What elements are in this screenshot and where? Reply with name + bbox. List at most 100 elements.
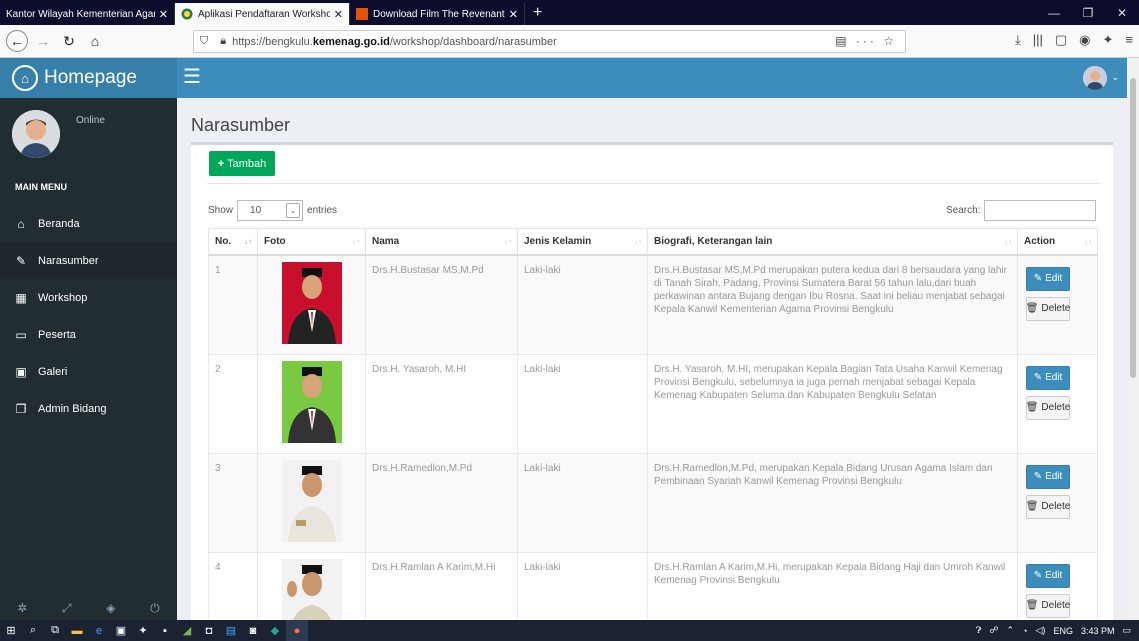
- cell-action: ✎ Edit 🗑︎ Delete: [1017, 551, 1098, 620]
- close-icon[interactable]: ✕: [334, 8, 343, 21]
- sidebar-item-galeri[interactable]: ▣ Galeri: [0, 353, 177, 390]
- chevron-down-icon[interactable]: ⌄: [1111, 72, 1119, 83]
- col-header-foto[interactable]: Foto ↓↑: [257, 228, 366, 256]
- sidebar-item-label: Peserta: [38, 328, 76, 341]
- language-indicator[interactable]: ENG: [1053, 626, 1073, 636]
- browser-nav-bar: ← → ↻ ⌂ ⛉ 🔒︎ https://bengkulu.kemenag.go…: [0, 25, 1139, 58]
- edit-button[interactable]: ✎ Edit: [1026, 266, 1070, 291]
- sidebar-item-narasumber[interactable]: ✎ Narasumber: [0, 242, 177, 279]
- sort-icon: ↓↑: [1004, 237, 1012, 246]
- app-icon[interactable]: ◘: [198, 620, 220, 641]
- new-tab-button[interactable]: +: [525, 3, 550, 25]
- restore-icon[interactable]: ❐: [1071, 0, 1105, 25]
- sidebar-item-peserta[interactable]: ▭ Peserta: [0, 316, 177, 353]
- home-icon[interactable]: ⌂: [84, 30, 106, 52]
- user-avatar[interactable]: [1083, 66, 1107, 90]
- col-header-jenis-kelamin[interactable]: Jenis Kelamin ↓↑: [517, 228, 648, 256]
- settings-icon[interactable]: ✲: [17, 601, 27, 615]
- sort-icon: ↓↑: [352, 237, 360, 246]
- cell-nama: Drs.H.Bustasar MS,M.Pd: [365, 254, 518, 355]
- browser-tab-1[interactable]: Kantor Wilayah Kementerian Agam ✕: [0, 3, 175, 25]
- chevron-up-icon[interactable]: ⌃: [1007, 625, 1015, 636]
- task-view-icon[interactable]: ⧉: [44, 620, 66, 641]
- col-header-nama[interactable]: Nama ↓↑: [365, 228, 518, 256]
- edit-button[interactable]: ✎ Edit: [1026, 563, 1070, 588]
- tab-title: Kantor Wilayah Kementerian Agam: [6, 8, 155, 20]
- sidebar-item-admin-bidang[interactable]: ❐ Admin Bidang: [0, 390, 177, 427]
- sort-asc-icon: ↓↑: [244, 237, 252, 246]
- volume-icon[interactable]: ◁): [1036, 625, 1046, 636]
- hamburger-menu-icon[interactable]: ☰: [183, 67, 201, 87]
- extension-icon[interactable]: ✦: [1103, 32, 1114, 48]
- address-bar[interactable]: ⛉ 🔒︎ https://bengkulu.kemenag.go.id/work…: [193, 30, 906, 53]
- back-icon[interactable]: ←: [6, 30, 28, 52]
- close-window-icon[interactable]: ✕: [1105, 0, 1139, 25]
- sidebar-icon[interactable]: ▢: [1055, 32, 1067, 48]
- sidebar-item-beranda[interactable]: ⌂ Beranda: [0, 205, 177, 242]
- fullscreen-icon[interactable]: ⤢: [62, 601, 72, 616]
- minimize-icon[interactable]: —: [1037, 0, 1071, 25]
- shield-icon[interactable]: ⛉: [200, 35, 208, 48]
- app-icon[interactable]: ▪: [154, 620, 176, 641]
- reload-icon[interactable]: ↻: [58, 30, 80, 52]
- library-icon[interactable]: |||: [1033, 32, 1043, 48]
- online-status: Online: [76, 115, 105, 126]
- entries-select[interactable]: 10 ⌄: [237, 200, 304, 221]
- store-icon[interactable]: ▣: [110, 620, 132, 641]
- trash-icon: 🗑︎: [1025, 501, 1039, 512]
- help-icon[interactable]: ❓︎: [976, 625, 981, 636]
- cell-biografi: Drs.H. Yasaroh, M.HI, merupakan Kepala B…: [647, 353, 1018, 454]
- trash-icon: 🗑︎: [1025, 402, 1039, 413]
- cell-biografi: Drs.H.Bustasar MS,M.Pd merupakan putera …: [647, 254, 1018, 355]
- delete-button[interactable]: 🗑︎ Delete: [1026, 593, 1070, 618]
- download-icon[interactable]: ⤓: [1015, 32, 1021, 48]
- firefox-icon[interactable]: ●: [286, 620, 308, 641]
- table-row: 2 Drs.H. Yasaroh, M.HI Laki-laki Drs.H. …: [208, 353, 1098, 454]
- search-icon[interactable]: ⌕: [22, 620, 44, 641]
- close-icon[interactable]: ✕: [509, 8, 518, 21]
- scrollbar-thumb[interactable]: [1130, 78, 1136, 378]
- people-icon[interactable]: ☍: [989, 625, 998, 636]
- cell-action: ✎ Edit 🗑︎ Delete: [1017, 452, 1098, 553]
- eye-slash-icon[interactable]: ◈: [106, 601, 115, 615]
- menu-header: MAIN MENU: [15, 182, 67, 192]
- col-header-no[interactable]: No. ↓↑: [208, 228, 258, 256]
- add-button[interactable]: + Tambah: [209, 151, 275, 176]
- clock[interactable]: 3:43 PM: [1081, 626, 1115, 636]
- delete-button[interactable]: 🗑︎ Delete: [1025, 395, 1070, 420]
- close-icon[interactable]: ✕: [159, 8, 168, 21]
- home-icon: ⌂: [17, 216, 25, 231]
- browser-tab-3[interactable]: Download Film The Revenant ( ✕: [350, 3, 525, 25]
- page-actions-icon[interactable]: ▤ ··· ☆: [835, 34, 897, 48]
- app-icon[interactable]: ◆: [264, 620, 286, 641]
- power-icon[interactable]: ⏻: [150, 601, 160, 616]
- windows-start-icon[interactable]: ⊞: [0, 620, 22, 641]
- file-explorer-icon[interactable]: ▬: [66, 620, 88, 641]
- edit-button[interactable]: ✎ Edit: [1026, 464, 1070, 489]
- copy-icon: ❐: [15, 401, 27, 416]
- sidebar-item-workshop[interactable]: ▦ Workshop: [0, 279, 177, 316]
- table-header-row: No. ↓↑ Foto ↓↑ Nama ↓↑ Jenis Kelamin ↓↑ Biog…: [208, 228, 1098, 256]
- edit-button[interactable]: ✎ Edit: [1026, 365, 1070, 390]
- browser-tab-2[interactable]: Aplikasi Pendaftaran Workshop ✕: [175, 3, 350, 25]
- search-input[interactable]: [984, 200, 1097, 221]
- col-header-action[interactable]: Action ↓↑: [1017, 228, 1098, 256]
- col-header-biografi[interactable]: Biografi, Keterangan lain ↓↑: [647, 228, 1018, 256]
- delete-button[interactable]: 🗑︎ Delete: [1025, 494, 1070, 519]
- edge-icon[interactable]: e: [88, 620, 110, 641]
- app-icon[interactable]: ▤: [220, 620, 242, 641]
- app-icon[interactable]: ◢: [176, 620, 198, 641]
- lock-icon[interactable]: 🔒︎: [220, 35, 226, 48]
- speaker-photo: [281, 558, 342, 620]
- app-icon[interactable]: ✦: [132, 620, 154, 641]
- logo[interactable]: ⌂ Homepage: [0, 58, 177, 98]
- menu-icon[interactable]: ≡: [1125, 32, 1133, 48]
- account-icon[interactable]: ◉: [1079, 32, 1090, 48]
- delete-button[interactable]: 🗑︎ Delete: [1026, 296, 1070, 321]
- app-icon[interactable]: ◙: [242, 620, 264, 641]
- entries-length: Show 10 ⌄ entries: [208, 200, 337, 221]
- page-scrollbar[interactable]: [1127, 58, 1139, 620]
- notification-icon[interactable]: ▭: [1122, 625, 1131, 636]
- forward-icon[interactable]: →: [32, 30, 54, 52]
- network-icon[interactable]: ◔: [1022, 626, 1027, 636]
